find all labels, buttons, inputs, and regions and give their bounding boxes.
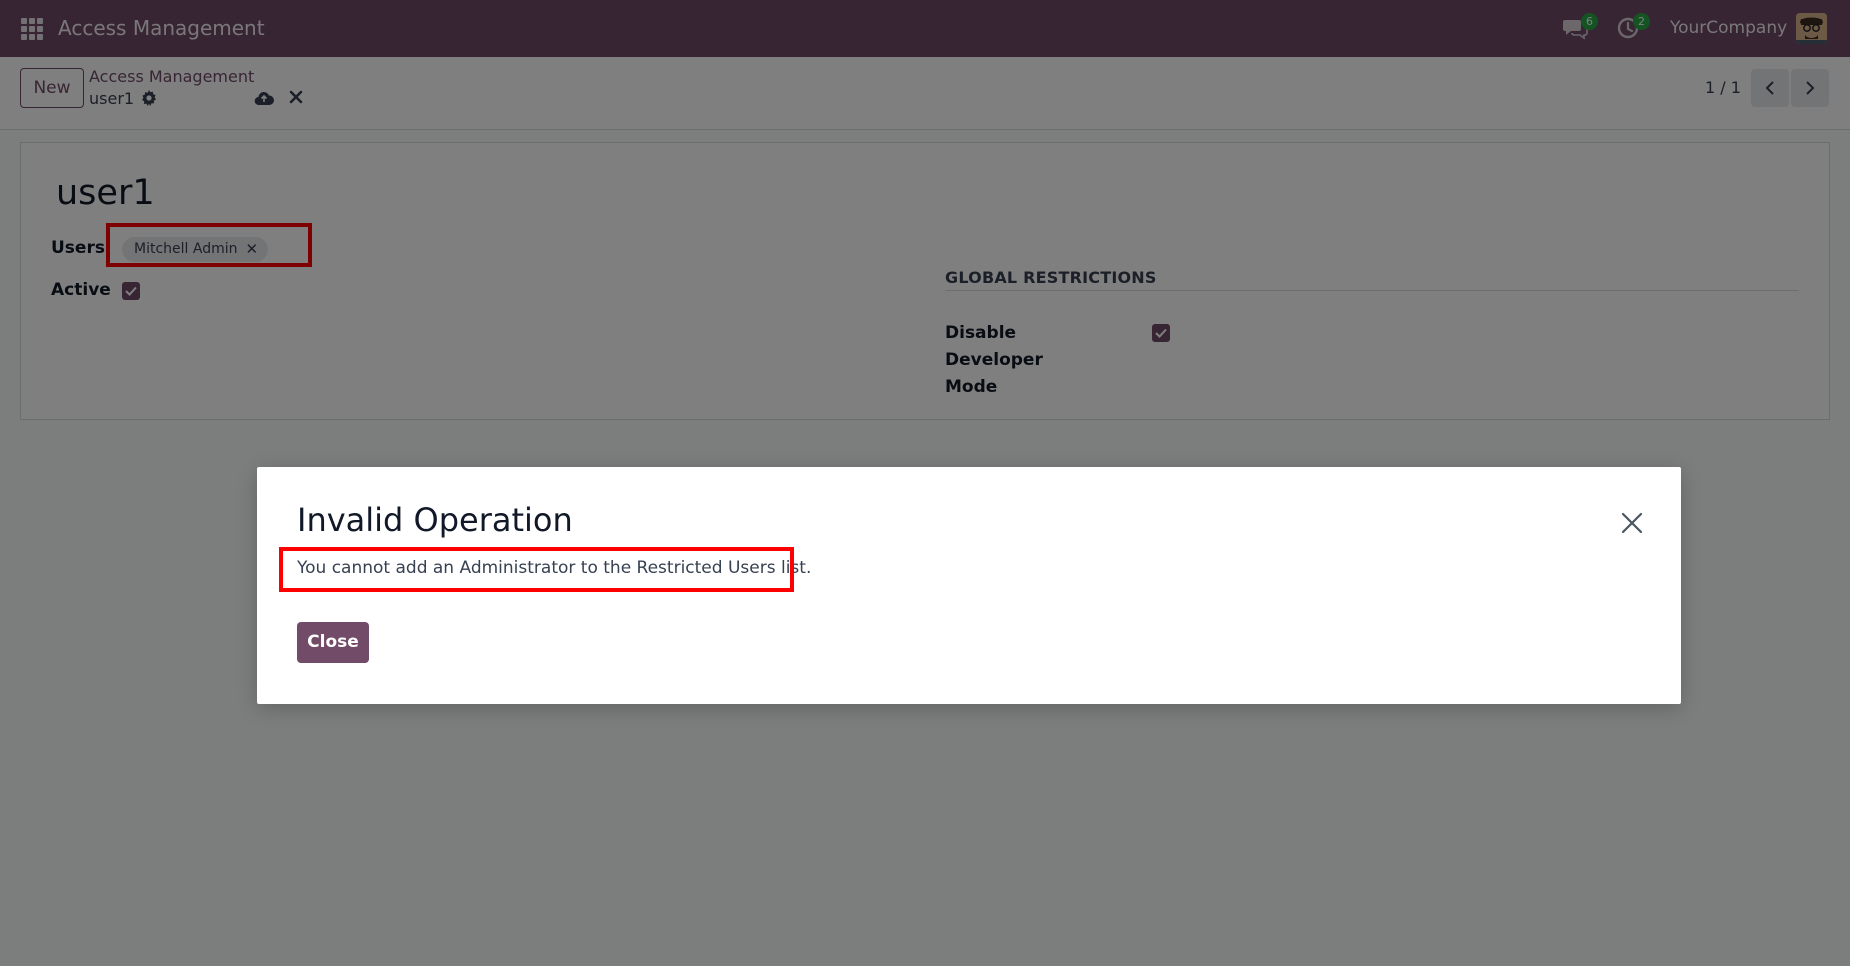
close-icon[interactable] [1621, 512, 1643, 534]
message-highlight-box [279, 547, 794, 592]
dialog-title: Invalid Operation [297, 501, 573, 539]
invalid-operation-dialog: Invalid Operation You cannot add an Admi… [257, 467, 1681, 704]
close-button[interactable]: Close [297, 622, 369, 663]
